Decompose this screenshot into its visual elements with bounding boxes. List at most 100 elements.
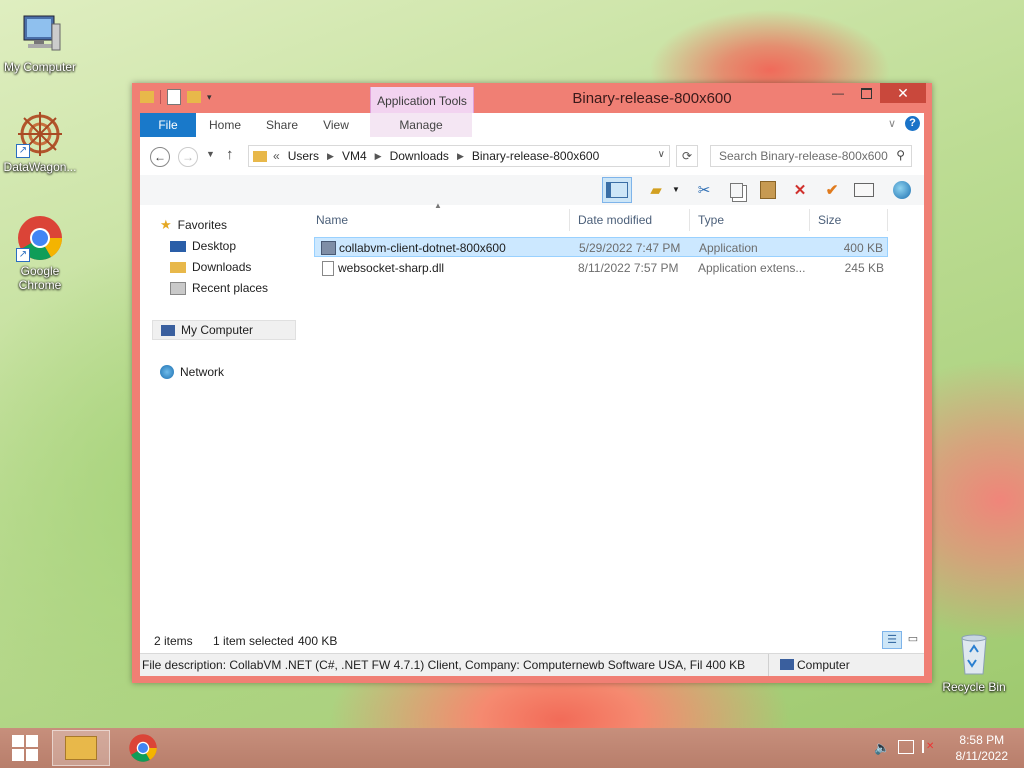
file-size: 245 KB: [844, 261, 884, 275]
checkmark-icon: ✔: [825, 182, 839, 199]
network-status-icon[interactable]: [898, 740, 914, 754]
file-date: 5/29/2022 7:47 PM: [579, 241, 681, 255]
maximize-icon: [860, 87, 872, 99]
copy-button[interactable]: [724, 179, 748, 201]
preview-pane-button[interactable]: [602, 177, 632, 203]
chrome-icon: ↗: [16, 214, 64, 262]
globe-icon: [893, 181, 911, 199]
details-location: Computer: [797, 658, 850, 672]
layout-pane-icon: [606, 182, 628, 198]
desktop-icon-my-computer[interactable]: My Computer: [0, 10, 80, 74]
volume-muted-icon[interactable]: 🔈: [874, 740, 890, 756]
desktop-icon-recycle-bin[interactable]: Recycle Bin: [934, 630, 1014, 694]
tab-home[interactable]: Home: [202, 113, 248, 137]
start-button[interactable]: [0, 730, 50, 766]
properties-button[interactable]: [852, 179, 876, 201]
desktop-icon-label: Recycle Bin: [942, 680, 1006, 694]
item-count: 2 items: [154, 634, 193, 648]
column-header-name[interactable]: Name: [308, 209, 570, 231]
command-toolbar: ▰ ▼ ✂ ✕ ✔: [140, 175, 924, 206]
close-button[interactable]: ✕: [880, 83, 926, 103]
nav-my-computer[interactable]: My Computer: [152, 320, 296, 340]
breadcrumb-separator-icon[interactable]: ▶: [375, 151, 382, 162]
nav-label: Desktop: [192, 239, 237, 253]
help-icon[interactable]: ?: [905, 116, 920, 131]
nav-network[interactable]: Network: [160, 362, 224, 382]
table-row[interactable]: collabvm-client-dotnet-800x600 5/29/2022…: [314, 237, 888, 257]
close-icon: ✕: [897, 84, 909, 101]
breadcrumb-separator-icon[interactable]: ▶: [457, 151, 464, 162]
action-center-icon[interactable]: ✕: [922, 740, 938, 753]
star-icon: ★: [160, 217, 172, 232]
breadcrumb-vm4[interactable]: VM4: [342, 149, 367, 163]
refresh-button[interactable]: ⟳: [676, 145, 698, 167]
large-icons-view-button[interactable]: ▭: [904, 631, 922, 649]
column-header-type[interactable]: Type: [690, 209, 810, 231]
column-header-size[interactable]: Size: [810, 209, 888, 231]
breadcrumb-users[interactable]: Users: [288, 149, 319, 163]
clipboard-icon: [760, 181, 776, 199]
folder-options-button[interactable]: ▰: [644, 179, 668, 201]
delete-x-icon: ✕: [793, 182, 807, 199]
desktop-icon-datawagon[interactable]: ↗ DataWagon...: [0, 110, 80, 174]
tab-share[interactable]: Share: [260, 113, 304, 137]
network-button[interactable]: [890, 179, 914, 201]
breadcrumb-current[interactable]: Binary-release-800x600: [472, 149, 599, 163]
file-type: Application extens...: [698, 261, 806, 275]
scissors-icon: ✂: [697, 182, 711, 199]
cut-button[interactable]: ✂: [692, 179, 716, 201]
dll-icon: [322, 261, 334, 276]
breadcrumb-separator-icon[interactable]: ▶: [327, 151, 334, 162]
properties-icon: [854, 183, 874, 197]
explorer-window: ▾ Application Tools Binary-release-800x6…: [132, 83, 932, 683]
taskbar-chrome[interactable]: [116, 730, 170, 766]
delete-button[interactable]: ✕: [788, 179, 812, 201]
recent-locations-button[interactable]: ▼: [206, 149, 215, 159]
desktop-icon-google-chrome[interactable]: ↗ Google Chrome: [0, 214, 80, 292]
address-bar[interactable]: « Users ▶ VM4 ▶ Downloads ▶ Binary-relea…: [248, 145, 670, 167]
column-header-date[interactable]: Date modified: [570, 209, 690, 231]
tab-manage[interactable]: Manage: [370, 113, 472, 137]
window-controls: — ✕: [824, 83, 926, 103]
address-dropdown-icon[interactable]: ∨: [658, 149, 665, 160]
paste-button[interactable]: [756, 179, 780, 201]
nav-downloads[interactable]: Downloads: [170, 257, 251, 277]
search-icon[interactable]: ⚲: [896, 148, 905, 162]
rename-button[interactable]: ✔: [820, 179, 844, 201]
computer-icon: [780, 659, 794, 670]
breadcrumb-downloads[interactable]: Downloads: [390, 149, 449, 163]
up-button[interactable]: ↑: [226, 146, 234, 163]
taskbar-file-explorer[interactable]: [52, 730, 110, 766]
nav-label: My Computer: [181, 323, 254, 337]
table-row[interactable]: websocket-sharp.dll 8/11/2022 7:57 PM Ap…: [314, 258, 888, 278]
clock-time: 8:58 PM: [959, 733, 1005, 747]
nav-label: Favorites: [177, 218, 228, 232]
title-bar[interactable]: ▾ Application Tools Binary-release-800x6…: [132, 83, 932, 113]
search-input[interactable]: Search Binary-release-800x600 ⚲: [710, 145, 912, 167]
address-row: ← → ▼ ↑ « Users ▶ VM4 ▶ Downloads ▶ Bina…: [140, 137, 924, 175]
copy-icon: [729, 182, 743, 198]
tab-view[interactable]: View: [316, 113, 356, 137]
datawagon-icon: ↗: [16, 110, 64, 158]
details-divider: [768, 654, 769, 676]
file-size: 400 KB: [843, 241, 883, 255]
downloads-icon: [170, 261, 186, 273]
chevron-down-icon[interactable]: ▼: [672, 185, 680, 194]
nav-desktop[interactable]: Desktop: [170, 236, 236, 256]
computer-icon: [16, 10, 64, 58]
breadcrumb-overflow[interactable]: «: [273, 149, 280, 163]
tab-file[interactable]: File: [140, 113, 196, 137]
nav-recent-places[interactable]: Recent places: [170, 278, 268, 298]
details-view-button[interactable]: ☰: [882, 631, 902, 649]
clock-date: 8/11/2022: [955, 749, 1009, 763]
minimize-button[interactable]: —: [824, 83, 852, 103]
content-area: ★ Favorites Desktop Downloads Recent pla…: [140, 201, 924, 629]
forward-button[interactable]: →: [178, 147, 198, 167]
system-clock[interactable]: 8:58 PM 8/11/2022: [956, 732, 1009, 764]
desktop-icon-label: Google Chrome: [18, 264, 62, 292]
ribbon-expand-icon[interactable]: ∨: [888, 117, 896, 130]
arrow-right-icon: →: [182, 150, 194, 164]
maximize-button[interactable]: [852, 83, 880, 103]
back-button[interactable]: ←: [150, 147, 170, 167]
nav-favorites[interactable]: ★ Favorites: [160, 215, 227, 235]
